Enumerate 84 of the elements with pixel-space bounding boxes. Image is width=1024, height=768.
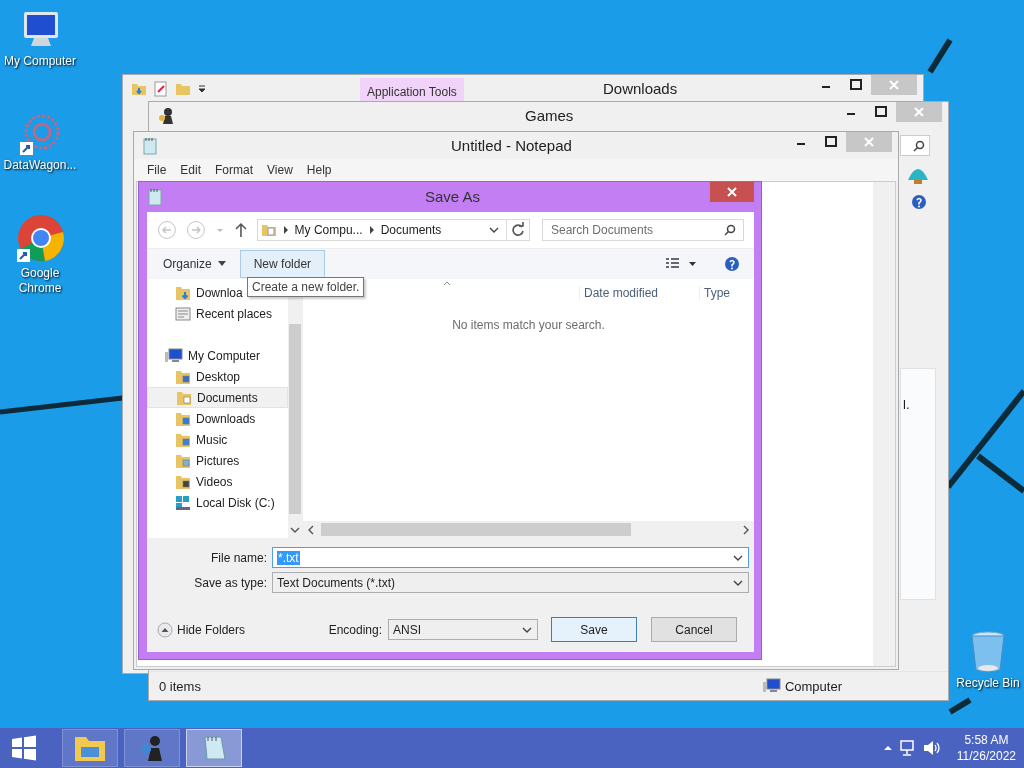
taskbar-button[interactable] <box>62 729 118 767</box>
recent-places-icon <box>175 305 191 322</box>
window-title: Downloads <box>603 80 678 97</box>
help-icon[interactable] <box>724 256 740 272</box>
scrollbar[interactable] <box>303 521 754 538</box>
tree-item[interactable]: Downloads <box>147 408 288 429</box>
folder-icon <box>260 222 277 238</box>
folder-icon <box>176 389 192 406</box>
breadcrumb-item[interactable]: Documents <box>380 223 442 237</box>
folder-icon <box>175 284 191 301</box>
collapse-icon <box>157 621 173 638</box>
clock-time[interactable]: 5:58 AM <box>964 732 1009 748</box>
cancel-button[interactable]: Cancel <box>651 617 737 642</box>
save-button[interactable]: Save <box>551 617 637 642</box>
folder-icon <box>175 452 191 469</box>
column-header[interactable]: Date modified <box>579 286 659 300</box>
file-type-dropdown[interactable]: Text Documents (*.txt) <box>272 572 749 593</box>
help-icon[interactable] <box>911 194 927 210</box>
tree-item[interactable]: Documents <box>147 387 288 408</box>
clock-date[interactable]: 11/26/2022 <box>956 748 1016 764</box>
organize-button[interactable]: Organize <box>157 253 232 275</box>
folder-icon <box>175 410 191 427</box>
tree-item[interactable]: Music <box>147 429 288 450</box>
chevron-up-icon[interactable] <box>882 744 893 752</box>
up-arrow-icon[interactable] <box>233 222 248 238</box>
tree-item[interactable]: Recent places <box>147 303 288 324</box>
recycle-bin-icon[interactable] <box>968 630 1008 674</box>
tree-item[interactable]: Videos <box>147 471 288 492</box>
taskbar-button[interactable] <box>124 729 180 767</box>
tree-item[interactable]: Desktop <box>147 366 288 387</box>
chevron-icon <box>368 226 375 234</box>
menu-item[interactable]: File <box>140 163 174 177</box>
tree-item[interactable]: My Computer <box>147 345 288 366</box>
chevron-icon <box>282 226 289 234</box>
search-icon <box>913 139 925 152</box>
chevron-right-icon[interactable] <box>742 524 750 535</box>
breadcrumb-item[interactable]: My Compu... <box>294 223 363 237</box>
empty-message: No items match your search. <box>452 318 605 334</box>
folder-icon <box>175 473 191 490</box>
field-label: Save as type: <box>193 575 267 590</box>
notepad-icon <box>142 136 158 155</box>
computer-icon <box>165 347 183 364</box>
notepad-icon <box>147 188 163 206</box>
chevron-left-icon[interactable] <box>307 524 315 535</box>
chevron-down-icon[interactable] <box>290 526 300 534</box>
menu-item[interactable]: Format <box>208 163 261 177</box>
dialog-title: Save As <box>425 188 481 205</box>
hide-folders-button[interactable]: Hide Folders <box>157 621 246 638</box>
volume-icon[interactable] <box>922 740 941 756</box>
menu-item[interactable]: Help <box>299 163 339 177</box>
computer-icon <box>762 678 781 694</box>
search-field[interactable]: Search Documents <box>542 219 744 241</box>
folder-icon <box>175 431 191 448</box>
ribbon-context-tab[interactable]: Application Tools <box>360 78 464 102</box>
close-icon[interactable] <box>710 182 754 202</box>
column-header[interactable]: Type <box>699 286 730 300</box>
app-icon[interactable] <box>18 112 62 156</box>
drive-icon <box>175 494 191 511</box>
panel-text: l. <box>902 397 911 412</box>
window-title: Games <box>525 107 574 124</box>
scrollbar[interactable] <box>873 182 895 666</box>
field-label: Encoding: <box>328 622 382 637</box>
tree-item[interactable]: Local Disk (C:) <box>147 492 288 513</box>
menu-item[interactable]: Edit <box>173 163 209 177</box>
caret-icon[interactable] <box>488 225 500 235</box>
menu-item[interactable]: View <box>260 163 300 177</box>
field-label: File name: <box>209 550 267 565</box>
new-folder-button[interactable]: New folder <box>239 250 326 278</box>
encoding-dropdown[interactable]: ANSI <box>388 619 538 640</box>
folder-icon <box>175 368 191 385</box>
properties-icon[interactable] <box>153 80 169 97</box>
address-bar[interactable]: My Compu... Documents <box>256 219 530 241</box>
caret-icon <box>217 261 226 267</box>
browser-icon[interactable] <box>15 214 65 264</box>
window-title: Untitled - Notepad <box>451 137 572 154</box>
sort-caret-icon <box>443 281 451 286</box>
search-icon <box>724 224 736 236</box>
tooltip: Create a new folder. <box>247 277 365 297</box>
network-icon[interactable] <box>898 740 917 756</box>
start-icon[interactable] <box>10 734 38 762</box>
item-count: 0 items <box>159 678 201 694</box>
tree-item[interactable]: Pictures <box>147 450 288 471</box>
location-label: Computer <box>784 678 842 694</box>
search-field[interactable] <box>900 135 930 156</box>
